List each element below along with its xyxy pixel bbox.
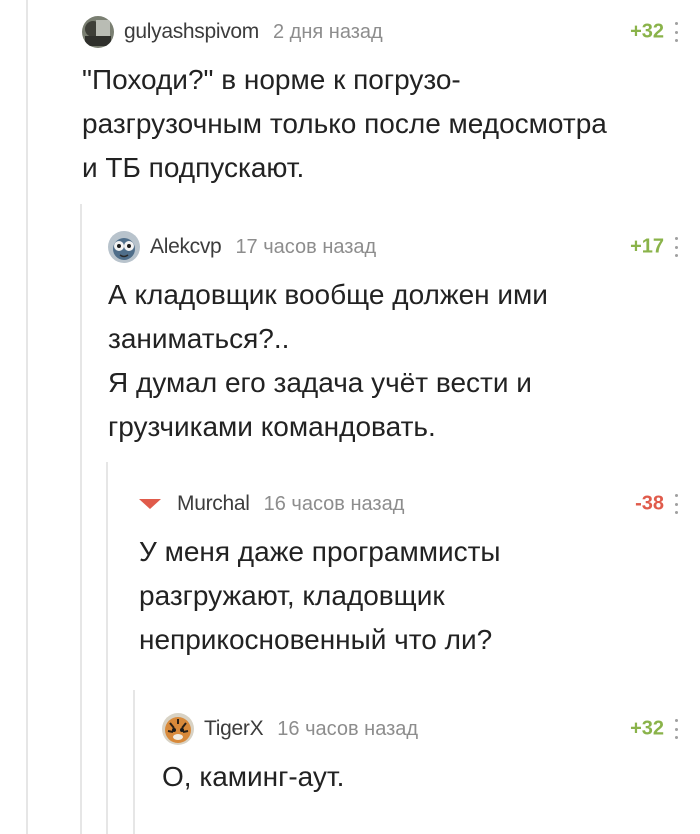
rating: -38 xyxy=(635,492,664,515)
username[interactable]: Alekcvp xyxy=(150,235,222,259)
more-vertical-icon[interactable] xyxy=(672,719,680,739)
comment-header: TigerX 16 часов назад +32 xyxy=(162,711,680,747)
comment-text: А кладовщик вообще должен ими заниматься… xyxy=(108,279,548,442)
comment-text: О, каминг-аут. xyxy=(162,761,345,792)
comment-alekcvp: Alekcvp 17 часов назад +17 А кладовщик в… xyxy=(108,229,680,449)
more-vertical-icon[interactable] xyxy=(672,494,680,514)
username[interactable]: TigerX xyxy=(204,717,264,741)
timestamp: 16 часов назад xyxy=(277,717,419,740)
avatar[interactable] xyxy=(162,713,194,745)
comment-text: "Походи?" в норме к погрузо- разгрузочны… xyxy=(82,64,607,183)
timestamp: 16 часов назад xyxy=(263,492,405,515)
comment-text: У меня даже программисты разгружают, кла… xyxy=(139,536,501,655)
timestamp: 17 часов назад xyxy=(235,235,377,258)
more-vertical-icon[interactable] xyxy=(672,237,680,257)
thread-line-level-4[interactable] xyxy=(133,690,135,834)
more-vertical-icon[interactable] xyxy=(672,22,680,42)
thread-line-level-1[interactable] xyxy=(26,0,28,834)
username[interactable]: gulyashspivom xyxy=(124,20,259,44)
comment-tigerx: TigerX 16 часов назад +32 О, каминг-аут. xyxy=(162,711,680,799)
comment-header: Murchal 16 часов назад -38 xyxy=(139,486,680,522)
thread-line-level-2[interactable] xyxy=(80,204,82,834)
rating: +32 xyxy=(630,717,664,740)
comment-gulyashspivom: gulyashspivom 2 дня назад +32 "Походи?" … xyxy=(82,14,680,190)
comment-murchal: Murchal 16 часов назад -38 У меня даже п… xyxy=(139,486,680,662)
downvote-arrow-icon xyxy=(139,499,161,509)
username[interactable]: Murchal xyxy=(177,492,250,516)
thread-line-level-3[interactable] xyxy=(106,462,108,834)
timestamp: 2 дня назад xyxy=(273,20,383,43)
comment-header: gulyashspivom 2 дня назад +32 xyxy=(82,14,680,50)
comment-header: Alekcvp 17 часов назад +17 xyxy=(108,229,680,265)
avatar[interactable] xyxy=(82,16,114,48)
avatar[interactable] xyxy=(108,231,140,263)
rating: +32 xyxy=(630,20,664,43)
rating: +17 xyxy=(630,235,664,258)
